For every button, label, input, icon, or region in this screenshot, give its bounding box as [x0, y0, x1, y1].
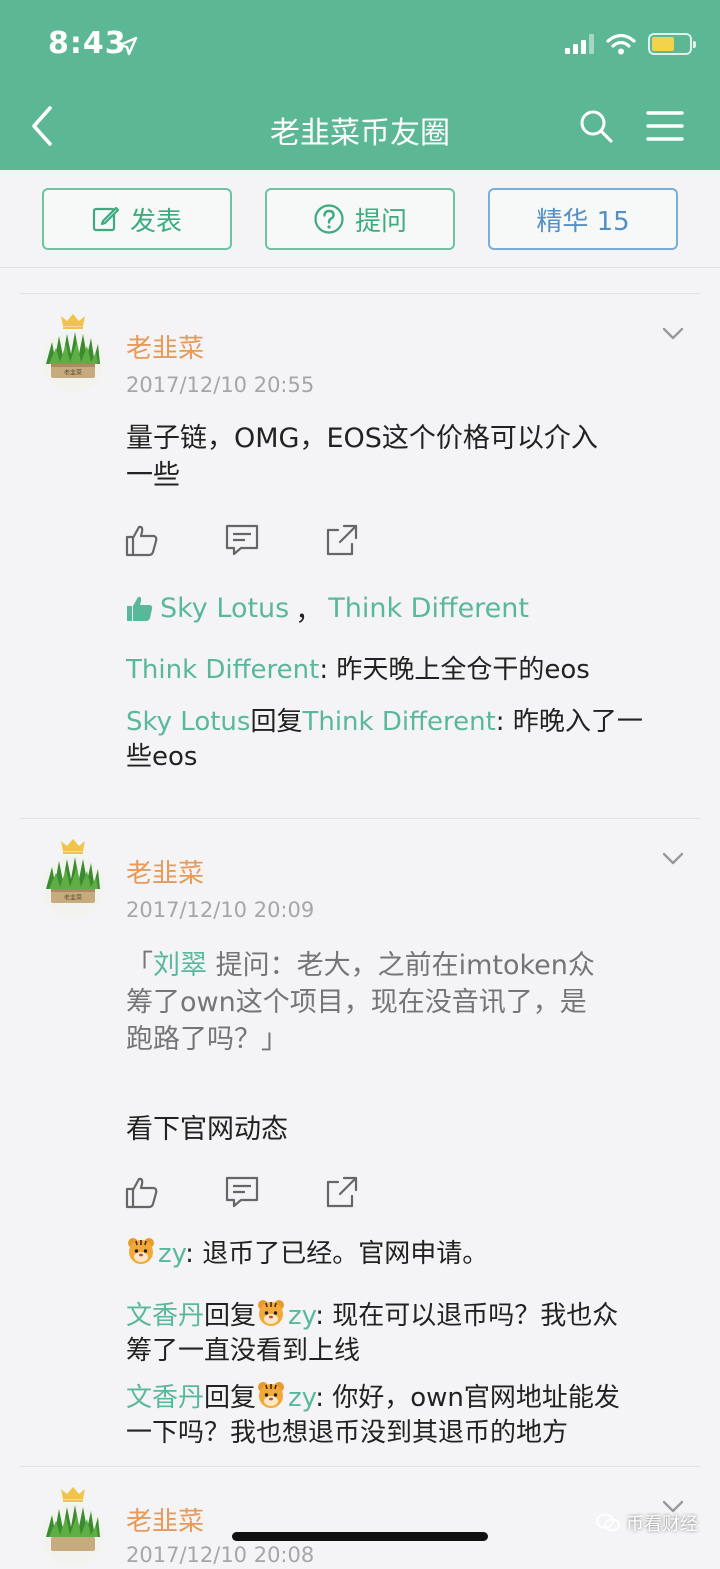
- comment-item[interactable]: Sky Lotus回复Think Different: 昨晚入了一 些eos: [126, 705, 686, 775]
- comment-item[interactable]: 文香丹回复 zy: 你好，own官网地址能发 一下吗？我也想退币没到其退币的地方: [126, 1380, 686, 1451]
- quoted-question[interactable]: 「刘翠 提问：老大，之前在imtoken众 筹了own这个项目，现在没音讯了，是…: [126, 947, 686, 1058]
- post-author[interactable]: 老韭菜: [126, 853, 204, 890]
- post-actions: [124, 1174, 424, 1210]
- question-icon: [314, 204, 344, 234]
- question-user[interactable]: 刘翠: [153, 950, 207, 981]
- reply-target[interactable]: zy: [288, 1383, 315, 1413]
- tiger-emoji-icon: [258, 1300, 285, 1326]
- watermark: 币看财经: [596, 1510, 698, 1536]
- post-body: 量子链，OMG，EOS这个价格可以介入 一些: [126, 423, 598, 491]
- post-author[interactable]: 老韭菜: [126, 1501, 204, 1538]
- post-date: 2017/12/10 20:08: [126, 1543, 315, 1567]
- crown-icon: [61, 314, 85, 329]
- wifi-icon: [606, 33, 636, 55]
- tiger-emoji-icon: [258, 1382, 285, 1408]
- status-time: 8:43: [48, 26, 127, 61]
- featured-button-label: 精华 15: [536, 206, 630, 237]
- tiger-emoji-icon: [128, 1238, 154, 1264]
- post-date: 2017/12/10 20:09: [126, 898, 315, 922]
- comment-user[interactable]: 文香丹: [126, 1301, 204, 1331]
- crown-icon: [61, 1487, 85, 1502]
- chevron-down-icon[interactable]: [662, 327, 684, 341]
- chevron-down-icon[interactable]: [662, 852, 684, 866]
- post-author[interactable]: 老韭菜: [126, 328, 204, 365]
- comment-item[interactable]: Think Different: 昨天晚上全仓干的eos: [126, 653, 686, 688]
- share-icon[interactable]: [324, 522, 360, 558]
- wechat-icon: [596, 1513, 620, 1532]
- like-user[interactable]: Sky Lotus: [160, 593, 289, 624]
- comment-item[interactable]: zy: 退币了已经。官网申请。: [126, 1236, 686, 1272]
- comment-user[interactable]: zy: [158, 1239, 185, 1269]
- post-body: 看下官网动态: [126, 1114, 288, 1145]
- avatar[interactable]: [40, 1485, 106, 1566]
- like-icon[interactable]: [124, 522, 160, 558]
- status-indicators: [565, 30, 696, 58]
- home-indicator[interactable]: [232, 1532, 488, 1541]
- location-arrow-icon: [118, 36, 138, 56]
- battery-icon: [648, 33, 696, 55]
- edit-icon: [92, 206, 120, 232]
- avatar-caption: 老韭菜: [64, 369, 82, 377]
- post-actions: [124, 522, 424, 558]
- reply-target[interactable]: Think Different: [302, 707, 495, 737]
- watermark-text: 币看财经: [626, 1514, 698, 1535]
- ask-button-label: 提问: [354, 206, 407, 237]
- cellular-signal-icon: [565, 34, 594, 54]
- comment-icon[interactable]: [224, 522, 260, 558]
- ask-button[interactable]: 提问: [265, 188, 455, 250]
- crown-icon: [61, 839, 85, 854]
- like-filled-icon: [127, 596, 153, 621]
- action-toolbar: 发表 提问 精华 15: [0, 170, 720, 268]
- like-list: Sky Lotus， Think Different: [126, 589, 529, 628]
- comment-user[interactable]: Sky Lotus: [126, 707, 250, 737]
- featured-button[interactable]: 精华 15: [488, 188, 678, 250]
- like-icon[interactable]: [124, 1174, 160, 1210]
- post-card: 老韭菜 老韭菜 2017/12/10 20:55 量子链，OMG，EOS这个价格…: [20, 293, 700, 818]
- post-date: 2017/12/10 20:55: [126, 373, 315, 397]
- post-button-label: 发表: [129, 206, 182, 237]
- header: 8:43 老韭菜币友圈: [0, 0, 720, 170]
- comment-item[interactable]: 文香丹回复 zy: 现在可以退币吗？我也众 筹了一直没看到上线: [126, 1298, 686, 1369]
- comment-user[interactable]: Think Different: [126, 655, 319, 685]
- post-button[interactable]: 发表: [42, 188, 232, 250]
- post-card: 老韭菜 老韭菜 2017/12/10 20:09 「刘翠 提问：老大，之前在im…: [20, 818, 700, 1466]
- avatar[interactable]: 老韭菜: [40, 312, 106, 393]
- share-icon[interactable]: [324, 1174, 360, 1210]
- menu-icon[interactable]: [646, 110, 684, 142]
- comment-user[interactable]: 文香丹: [126, 1383, 204, 1413]
- comment-icon[interactable]: [224, 1174, 260, 1210]
- avatar-caption: 老韭菜: [64, 894, 82, 902]
- post-list: 老韭菜 老韭菜 2017/12/10 20:55 量子链，OMG，EOS这个价格…: [20, 293, 700, 1567]
- avatar[interactable]: 老韭菜: [40, 837, 106, 918]
- like-user[interactable]: Think Different: [328, 593, 529, 624]
- search-icon[interactable]: [578, 108, 614, 144]
- reply-target[interactable]: zy: [288, 1301, 315, 1331]
